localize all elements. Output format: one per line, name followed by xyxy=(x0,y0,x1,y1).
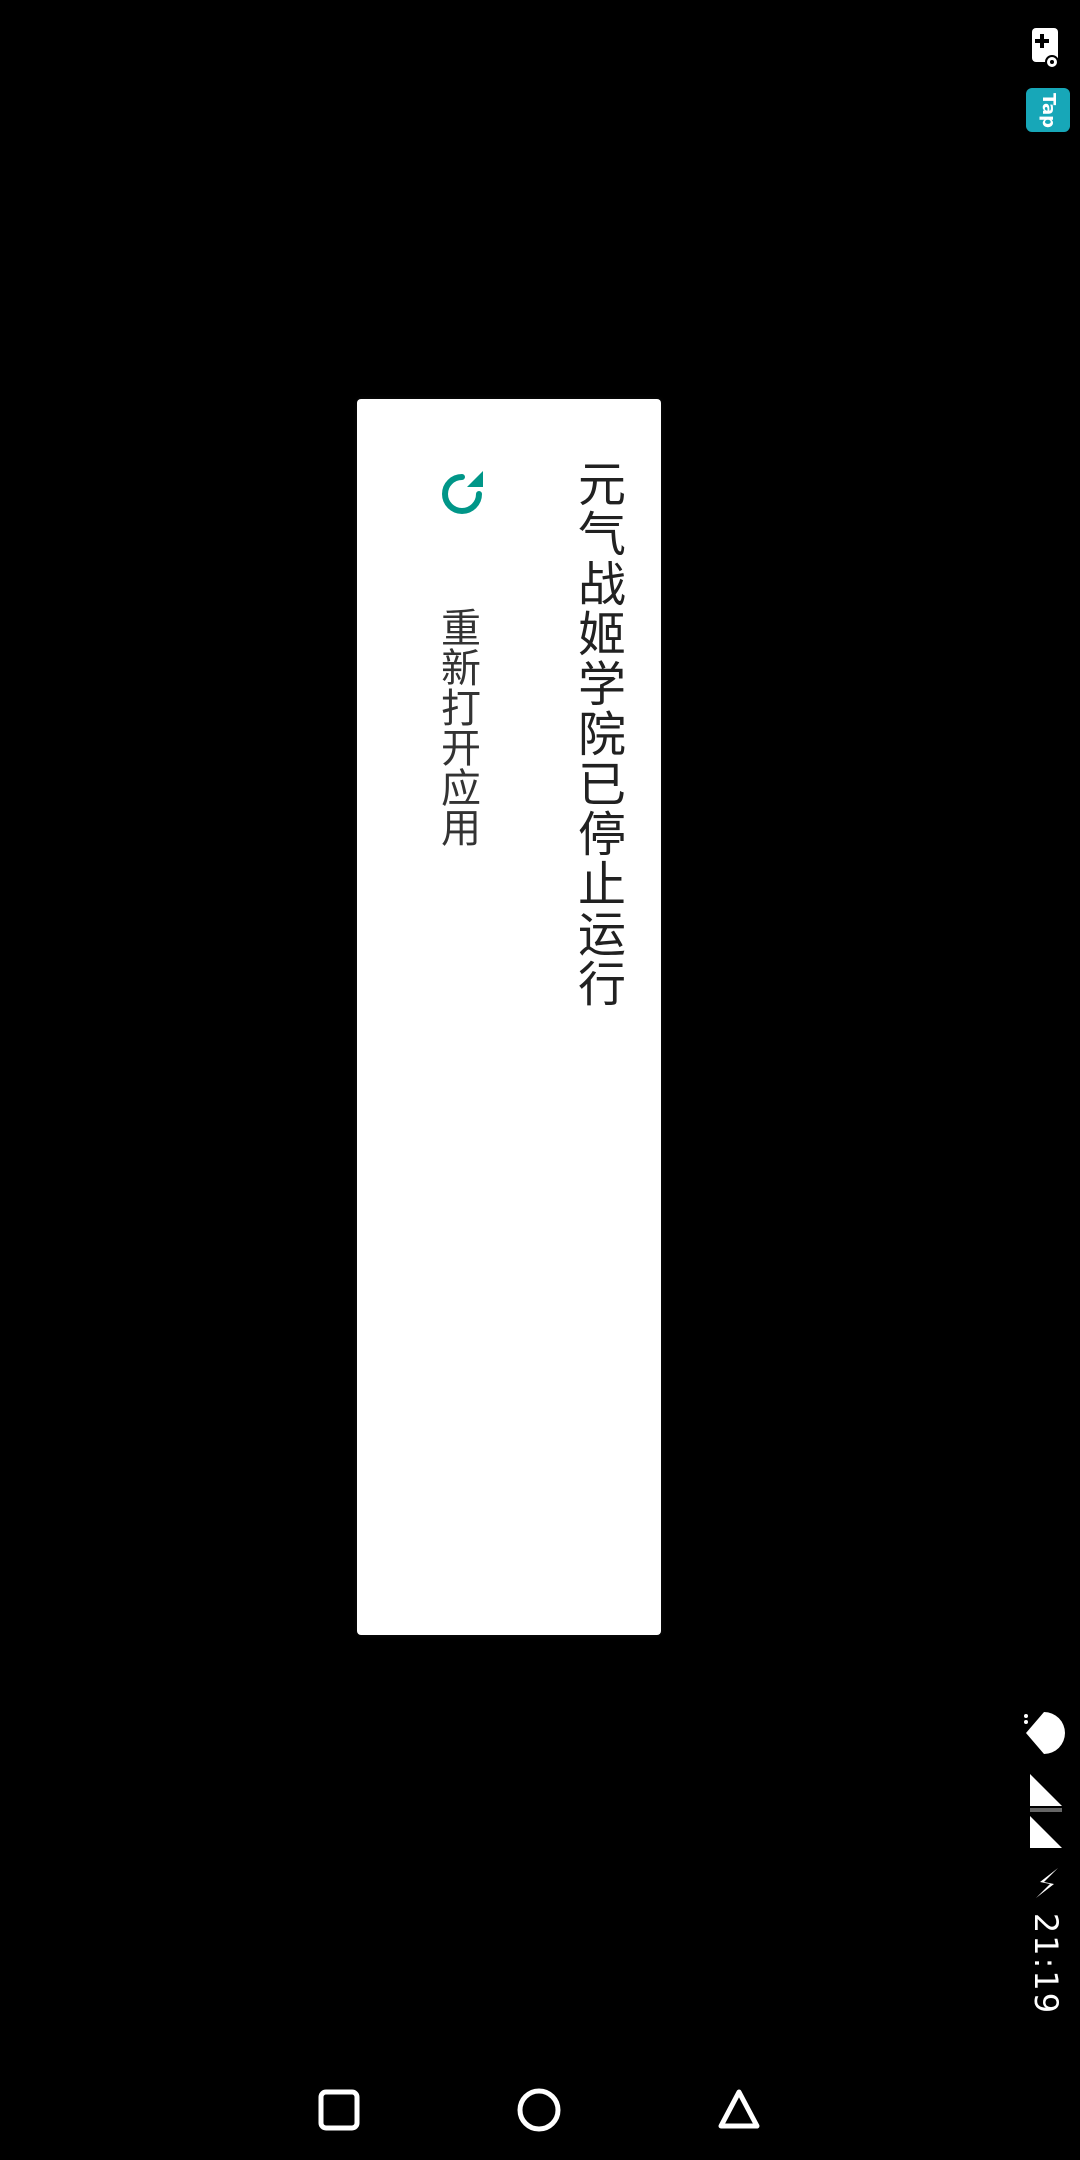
signal-icon xyxy=(1030,1774,1062,1812)
tap-badge[interactable]: Tap xyxy=(1026,88,1070,132)
navigation-bar xyxy=(0,2040,1080,2160)
recents-icon xyxy=(318,2089,360,2131)
tap-badge-label: Tap xyxy=(1037,92,1059,128)
refresh-icon xyxy=(442,471,483,514)
home-icon xyxy=(517,2088,561,2132)
wifi-icon xyxy=(1024,1712,1065,1754)
home-button[interactable] xyxy=(509,2080,569,2140)
clock: 21:19 xyxy=(1026,1912,1066,2016)
gamepad-plus-icon xyxy=(1032,28,1059,69)
back-button[interactable] xyxy=(709,2080,769,2140)
dialog-title: 元气战姬学院已停止运行 xyxy=(569,459,625,1009)
charging-icon xyxy=(1036,1868,1058,1898)
clock-time: 21:19 xyxy=(1027,1912,1065,2016)
reopen-app-label: 重新打开应用 xyxy=(434,607,480,847)
reopen-app-button[interactable]: 重新打开应用 xyxy=(407,469,527,1289)
app-crash-dialog: 元气战姬学院已停止运行 重新打开应用 xyxy=(357,399,661,1635)
status-bar: Tap 21:19 xyxy=(1008,0,1080,2160)
signal-icon xyxy=(1030,1816,1062,1848)
back-icon xyxy=(718,2089,760,2129)
recents-button[interactable] xyxy=(309,2080,369,2140)
